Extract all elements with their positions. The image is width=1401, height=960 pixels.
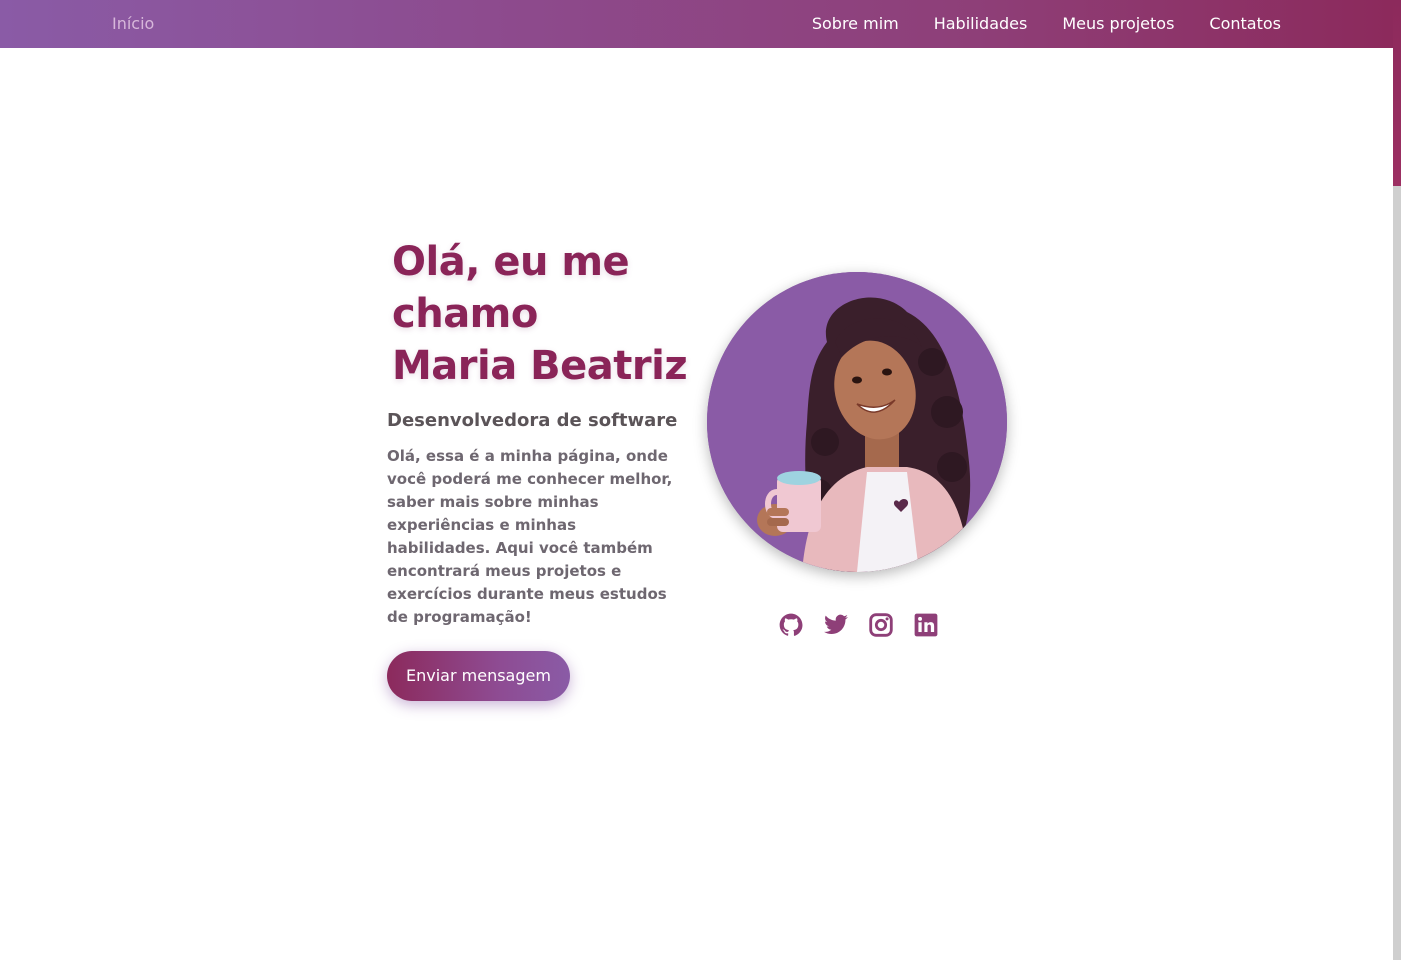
nav-link-sobre-mim[interactable]: Sobre mim	[812, 14, 899, 33]
scrollbar-track[interactable]	[1393, 186, 1401, 960]
twitter-icon-glyph	[824, 614, 848, 634]
navbar: Início Sobre mim Habilidades Meus projet…	[0, 0, 1393, 48]
hero-description: Olá, essa é a minha página, onde você po…	[387, 447, 673, 626]
github-icon[interactable]	[778, 612, 804, 638]
hero-text: Olá, eu me chamo Maria Beatriz Desenvolv…	[387, 236, 688, 701]
instagram-icon-glyph	[869, 613, 893, 637]
nav-link-habilidades[interactable]: Habilidades	[934, 14, 1028, 33]
social-links	[778, 612, 939, 638]
page: Início Sobre mim Habilidades Meus projet…	[0, 0, 1401, 960]
linkedin-icon-glyph	[914, 613, 938, 637]
page-scrollbar[interactable]	[1393, 0, 1401, 960]
nav-link-contatos[interactable]: Contatos	[1209, 14, 1281, 33]
avatar	[707, 272, 1007, 572]
hero-subtitle: Desenvolvedora de software	[387, 410, 678, 431]
twitter-icon[interactable]	[823, 612, 849, 638]
github-icon-glyph	[779, 613, 803, 636]
hero-title: Olá, eu me chamo Maria Beatriz	[392, 236, 688, 392]
hero-title-line: Maria Beatriz	[392, 343, 688, 389]
hero-title-line: Olá, eu me	[392, 239, 630, 285]
send-message-button[interactable]: Enviar mensagem	[387, 651, 570, 701]
nav-link-meus-projetos[interactable]: Meus projetos	[1062, 14, 1174, 33]
nav-link-inicio[interactable]: Início	[112, 14, 154, 33]
scrollbar-thumb[interactable]	[1393, 0, 1401, 186]
instagram-icon[interactable]	[868, 612, 894, 638]
nav-links: Sobre mim Habilidades Meus projetos Cont…	[812, 14, 1281, 33]
linkedin-icon[interactable]	[913, 612, 939, 638]
hero-title-line: chamo	[392, 291, 538, 337]
avatar-illustration	[707, 272, 1007, 572]
